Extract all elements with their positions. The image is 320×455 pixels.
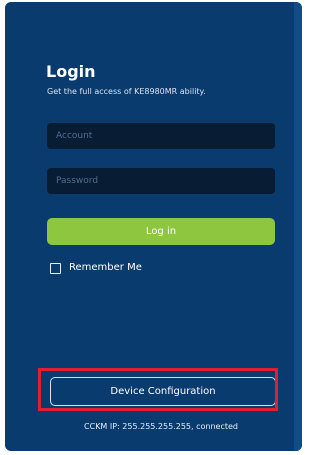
password-input[interactable] <box>47 168 275 194</box>
remember-me-toggle[interactable]: Remember Me <box>50 262 142 274</box>
remember-me-checkbox[interactable] <box>50 262 61 274</box>
login-button[interactable]: Log in <box>47 218 275 245</box>
panel-edge <box>294 2 302 451</box>
connection-status: CCKM IP: 255.255.255.255, connected <box>84 422 238 431</box>
remember-me-label: Remember Me <box>69 262 142 273</box>
page-title: Login <box>46 62 96 81</box>
page-subtitle: Get the full access of KE8980MR ability. <box>47 87 206 96</box>
account-input[interactable] <box>47 123 275 149</box>
highlight-box <box>38 368 278 411</box>
